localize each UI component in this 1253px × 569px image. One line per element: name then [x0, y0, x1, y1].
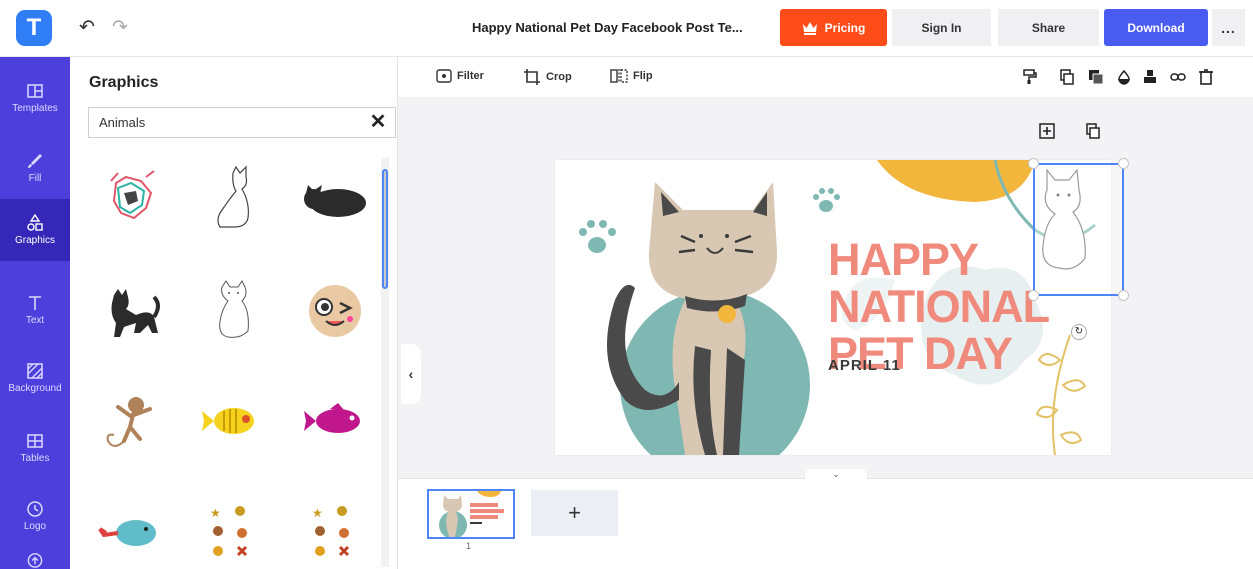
headline-line: HAPPY	[828, 234, 979, 285]
shapes-icon	[27, 214, 43, 231]
crop-label: Crop	[546, 71, 572, 83]
layer-icon[interactable]	[1088, 69, 1104, 85]
paint-format-icon[interactable]	[1021, 69, 1037, 85]
download-button[interactable]: Download	[1104, 9, 1208, 46]
filter-button[interactable]: Filter	[436, 68, 484, 84]
graphic-item-blue-whale[interactable]	[88, 487, 174, 569]
document-title[interactable]: Happy National Pet Day Facebook Post Te.…	[472, 20, 743, 35]
sidebar: Templates Fill Graphics Text Background …	[0, 57, 70, 569]
page-number: 1	[466, 541, 472, 551]
graphic-item-cat-outline-sitting[interactable]	[190, 155, 276, 241]
graphic-item-pets-sticker-set[interactable]: ★	[190, 487, 276, 569]
sidebar-item-label: Tables	[20, 453, 50, 464]
graphic-item-black-cat-sleeping[interactable]	[292, 155, 378, 241]
selection-box[interactable]	[1033, 163, 1124, 296]
panel-title: Graphics	[89, 74, 159, 91]
align-icon[interactable]	[1142, 69, 1158, 85]
crop-icon	[524, 69, 540, 85]
chevron-down-icon[interactable]: ⌄	[805, 469, 867, 479]
rotate-handle-icon[interactable]: ↻	[1071, 324, 1087, 340]
graphic-item-yellow-fish[interactable]	[190, 377, 276, 463]
page-thumbnail[interactable]	[427, 489, 515, 539]
graphics-panel: Graphics ✕	[70, 57, 398, 569]
headline-line: NATIONAL	[828, 281, 1050, 332]
templates-icon	[27, 84, 43, 98]
delete-icon[interactable]	[1198, 69, 1214, 85]
image-toolbar: Filter Crop Flip	[398, 57, 1253, 97]
sidebar-item-tables[interactable]: Tables	[0, 417, 70, 479]
graphic-item-monkey-face-winking[interactable]	[292, 267, 378, 353]
svg-text:★: ★	[210, 506, 221, 520]
headline-text[interactable]: HAPPY NATIONAL PET DAY	[828, 236, 1058, 377]
search-input[interactable]	[88, 107, 396, 138]
text-icon	[29, 296, 41, 310]
sidebar-item-graphics[interactable]: Graphics	[0, 199, 70, 261]
sidebar-item-background[interactable]: Background	[0, 347, 70, 409]
resize-handle-top-left[interactable]	[1028, 158, 1039, 169]
collapse-panel-button[interactable]: ‹	[401, 344, 421, 404]
sidebar-item-label: Templates	[12, 103, 58, 114]
sidebar-item-label: Logo	[23, 521, 47, 532]
copy-icon[interactable]	[1085, 123, 1101, 139]
background-icon	[27, 363, 43, 379]
pricing-label: Pricing	[824, 20, 866, 35]
add-page-button[interactable]: +	[531, 490, 618, 536]
opacity-icon[interactable]	[1116, 69, 1132, 85]
filter-icon	[436, 69, 452, 83]
design-canvas[interactable]: HAPPY NATIONAL PET DAY APRIL 11	[555, 160, 1111, 455]
redo-icon[interactable]: ↷	[112, 17, 128, 39]
flip-icon	[610, 69, 628, 83]
sun-shape	[877, 160, 1035, 202]
top-bar: T ↶ ↷ Happy National Pet Day Facebook Po…	[0, 0, 1253, 57]
sidebar-item-logo[interactable]: Logo	[0, 485, 70, 547]
page-thumbnail-preview	[429, 491, 513, 537]
svg-text:★: ★	[312, 506, 323, 520]
resize-handle-top-right[interactable]	[1118, 158, 1129, 169]
sidebar-item-label: Background	[8, 383, 62, 394]
upload-icon	[27, 553, 43, 568]
sign-in-button[interactable]: Sign In	[892, 9, 991, 46]
sidebar-item-templates[interactable]: Templates	[0, 67, 70, 129]
flip-label: Flip	[633, 70, 653, 82]
share-button[interactable]: Share	[998, 9, 1099, 46]
sidebar-item-text[interactable]: Text	[0, 279, 70, 341]
graphic-item-cat-outline-white[interactable]	[190, 267, 276, 353]
app-logo[interactable]: T	[16, 10, 52, 46]
pricing-button[interactable]: Pricing	[780, 9, 887, 46]
resize-handle-bottom-right[interactable]	[1118, 290, 1129, 301]
pages-strip	[398, 478, 1253, 569]
more-options-button[interactable]: ...	[1212, 9, 1245, 46]
crown-icon	[802, 21, 817, 35]
link-icon[interactable]	[1170, 69, 1186, 85]
sidebar-item-label: Fill	[28, 173, 42, 184]
flip-button[interactable]: Flip	[610, 68, 653, 84]
graphic-item-monkey-swinging[interactable]	[88, 377, 174, 463]
graphic-item-colorful-dog[interactable]	[88, 155, 174, 241]
sidebar-item-label: Graphics	[14, 235, 55, 246]
table-icon	[27, 434, 43, 448]
sidebar-item-fill[interactable]: Fill	[0, 137, 70, 199]
graphic-item-black-cat-stretching[interactable]	[88, 267, 174, 353]
duplicate-plus-icon[interactable]	[1039, 123, 1055, 139]
paw-icon	[579, 220, 616, 253]
undo-icon[interactable]: ↶	[79, 17, 95, 39]
paw-icon-small	[813, 188, 840, 212]
crop-button[interactable]: Crop	[523, 68, 572, 86]
resize-handle-bottom-left[interactable]	[1028, 290, 1039, 301]
brush-icon	[28, 154, 42, 168]
logo-icon	[27, 501, 43, 517]
chevron-left-icon: ‹	[408, 366, 414, 382]
date-text[interactable]: APRIL 11	[828, 357, 901, 374]
sidebar-item-label: Text	[25, 315, 45, 326]
close-icon[interactable]: ✕	[367, 111, 389, 133]
filter-label: Filter	[457, 70, 484, 82]
graphic-item-pets-sticker-set-2[interactable]: ★	[292, 487, 378, 569]
sidebar-item-more[interactable]	[0, 551, 70, 569]
scrollbar-thumb[interactable]	[382, 169, 388, 289]
copy-icon[interactable]	[1059, 69, 1075, 85]
scrollbar[interactable]	[381, 157, 389, 567]
logo-letter: T	[26, 14, 42, 41]
graphic-item-pink-fish[interactable]	[292, 377, 378, 463]
